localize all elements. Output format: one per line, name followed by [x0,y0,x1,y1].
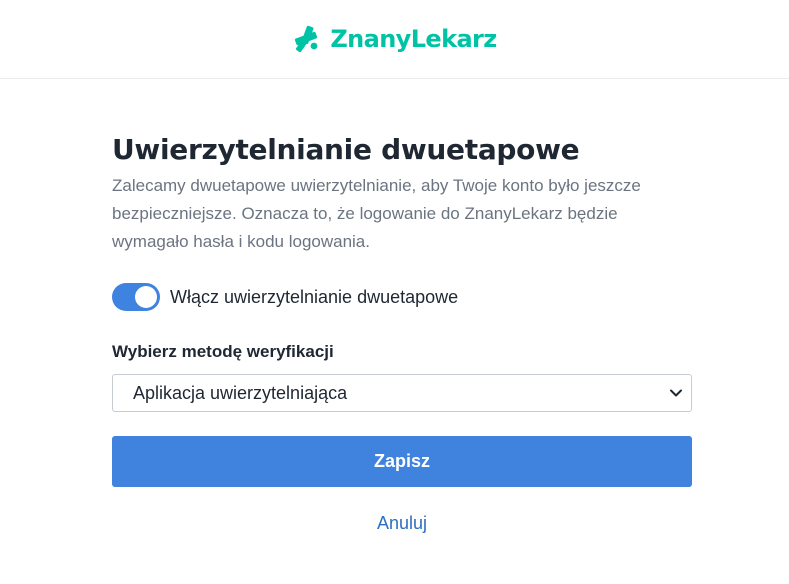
chevron-down-icon [670,389,682,397]
logo-text: ZnanyLekarz [330,25,497,53]
logo[interactable]: ZnanyLekarz [292,24,497,54]
two-factor-toggle[interactable] [112,283,160,311]
page-description: Zalecamy dwuetapowe uwierzytelnianie, ab… [112,176,641,251]
znanylekarz-logo-icon [295,25,318,53]
toggle-knob [135,286,157,308]
verification-method-label: Wybierz metodę weryfikacji [112,342,334,361]
two-factor-toggle-row: Włącz uwierzytelnianie dwuetapowe [112,282,692,312]
verification-method-value: Aplikacja uwierzytelniająca [133,382,348,403]
verification-method-select[interactable]: Aplikacja uwierzytelniająca [112,374,692,412]
header: ZnanyLekarz [0,0,789,79]
two-factor-form: Uwierzytelnianie dwuetapowe Zalecamy dwu… [112,130,692,534]
toggle-label[interactable]: Włącz uwierzytelnianie dwuetapowe [170,287,458,308]
page-title: Uwierzytelnianie dwuetapowe [112,133,580,166]
save-button[interactable]: Zapisz [112,436,692,487]
cancel-link[interactable]: Anuluj [112,513,692,534]
